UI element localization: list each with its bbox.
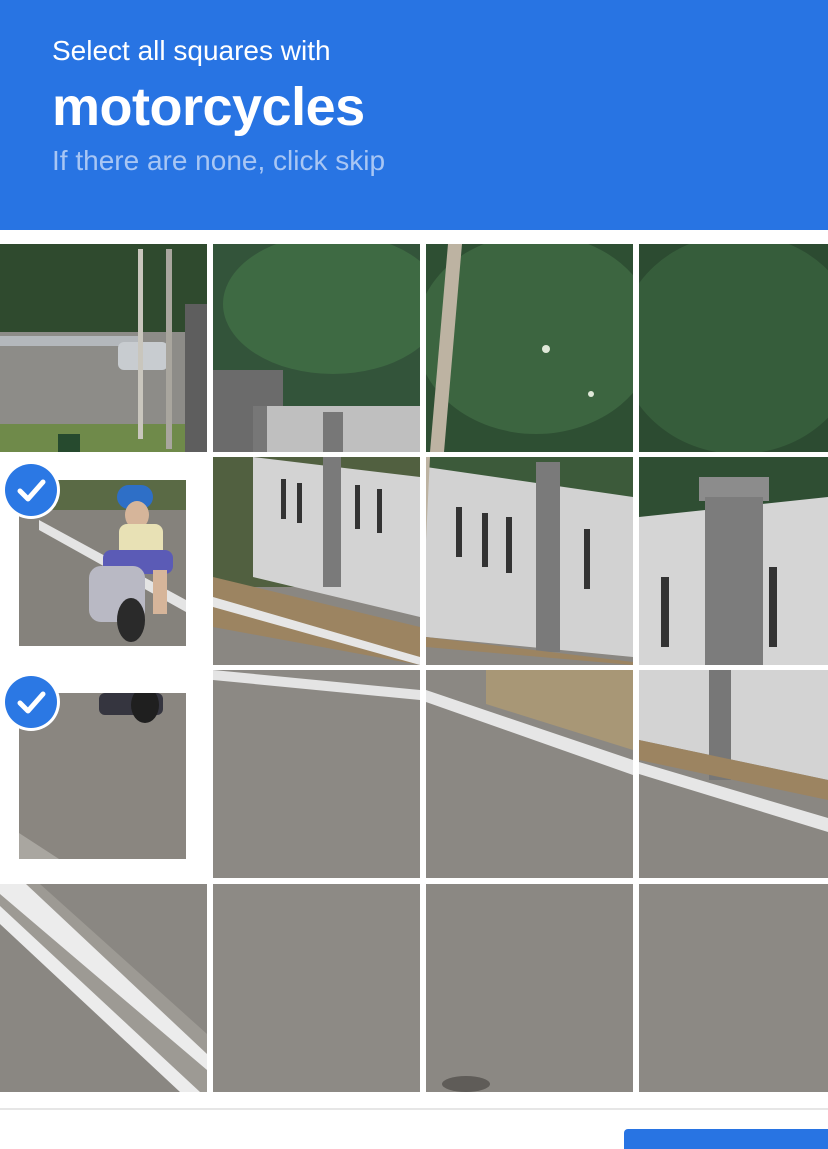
hint-text: If there are none, click skip bbox=[52, 145, 386, 176]
target-object: motorcycles bbox=[52, 77, 365, 137]
tile-r2-c3[interactable] bbox=[426, 457, 633, 665]
tile-image bbox=[213, 670, 420, 878]
tile-r1-c4[interactable] bbox=[639, 244, 828, 452]
tile-r2-c2[interactable] bbox=[213, 457, 420, 665]
tile-image bbox=[0, 884, 207, 1092]
challenge-header: Select all squares with motorcycles If t… bbox=[0, 0, 828, 230]
tile-image bbox=[213, 244, 420, 452]
tile-image bbox=[639, 244, 828, 452]
tile-image bbox=[426, 457, 633, 665]
tile-r3-c3[interactable] bbox=[426, 670, 633, 878]
tile-r2-c4[interactable] bbox=[639, 457, 828, 665]
tile-r1-c3[interactable] bbox=[426, 244, 633, 452]
tile-r4-c2[interactable] bbox=[213, 884, 420, 1092]
instruction-text: Select all squares with bbox=[52, 35, 331, 66]
image-grid bbox=[0, 244, 828, 1094]
selected-checkmark-icon bbox=[5, 464, 57, 516]
tile-image bbox=[213, 457, 420, 665]
tile-image bbox=[426, 244, 633, 452]
checkmark-icon bbox=[17, 691, 46, 714]
tile-r4-c1[interactable] bbox=[0, 884, 207, 1092]
checkmark-icon bbox=[17, 479, 46, 502]
tile-r4-c4[interactable] bbox=[639, 884, 828, 1092]
selected-checkmark-icon bbox=[5, 676, 57, 728]
tile-image bbox=[0, 244, 207, 452]
tile-r3-c2[interactable] bbox=[213, 670, 420, 878]
tile-image bbox=[213, 884, 420, 1092]
footer-divider bbox=[0, 1108, 828, 1110]
verify-button[interactable] bbox=[624, 1129, 828, 1149]
tile-r3-c4[interactable] bbox=[639, 670, 828, 878]
tile-image bbox=[639, 670, 828, 878]
tile-image bbox=[639, 457, 828, 665]
tile-r1-c2[interactable] bbox=[213, 244, 420, 452]
tile-r4-c3[interactable] bbox=[426, 884, 633, 1092]
tile-image bbox=[639, 884, 828, 1092]
tile-image bbox=[426, 884, 633, 1092]
tile-image bbox=[426, 670, 633, 878]
tile-r1-c1[interactable] bbox=[0, 244, 207, 452]
